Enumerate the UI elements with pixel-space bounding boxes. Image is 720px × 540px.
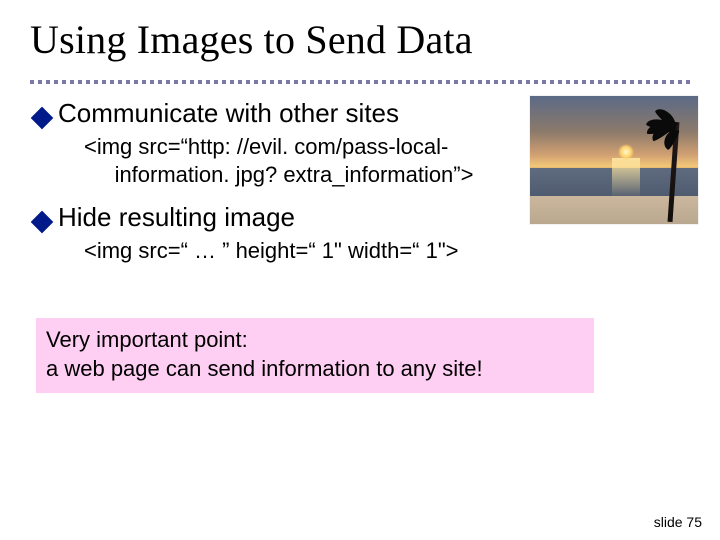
title-divider [30, 80, 690, 84]
diamond-bullet-icon [31, 211, 54, 234]
bullet-2-code: <img src=“ … ” height=“ 1" width=“ 1"> [84, 237, 698, 265]
callout-line-2: a web page can send information to any s… [46, 355, 584, 384]
bullet-2-heading: Hide resulting image [58, 202, 295, 233]
slide-title: Using Images to Send Data [30, 16, 473, 63]
bullet-1-heading: Communicate with other sites [58, 98, 399, 129]
callout-line-1: Very important point: [46, 326, 584, 355]
important-callout: Very important point: a web page can sen… [36, 318, 594, 393]
sunset-beach-photo [530, 96, 698, 224]
diamond-bullet-icon [31, 107, 54, 130]
slide-number: slide 75 [654, 514, 702, 530]
slide: Using Images to Send Data Communicate wi… [0, 0, 720, 540]
